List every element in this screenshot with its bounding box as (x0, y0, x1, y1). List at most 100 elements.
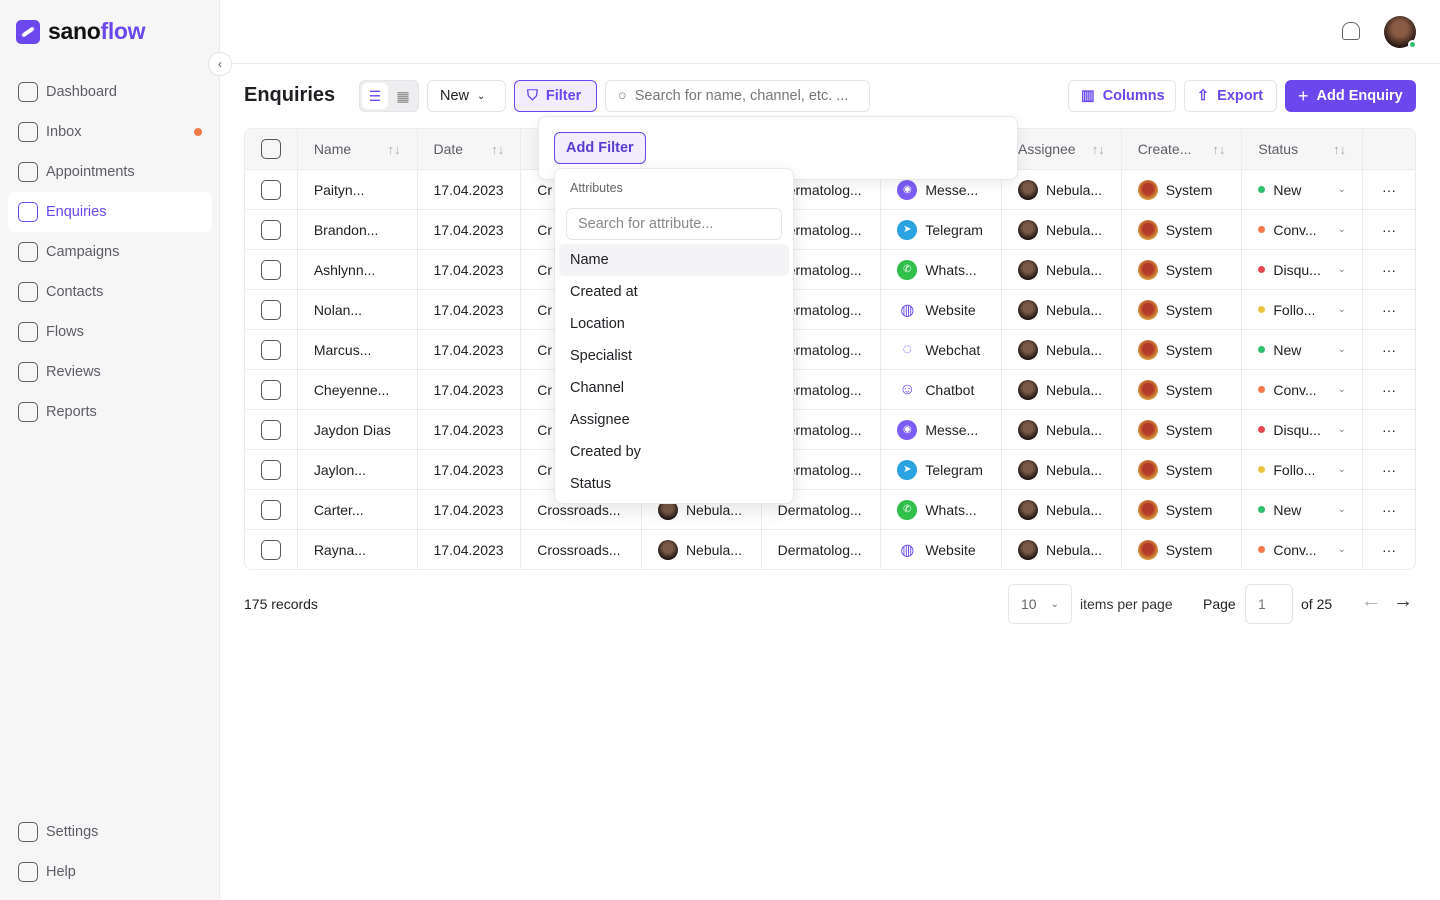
header-cell[interactable]: Assignee ↑↓ (1001, 129, 1121, 169)
more-icon[interactable]: ··· (1382, 222, 1396, 238)
sidebar-item-enquiries[interactable]: Enquiries (8, 192, 212, 232)
sidebar-item-reviews[interactable]: Reviews (8, 352, 212, 392)
table-cell[interactable]: New ⌄ (1241, 490, 1362, 529)
row-checkbox[interactable] (260, 179, 281, 200)
more-icon[interactable]: ··· (1382, 502, 1396, 518)
row-checkbox[interactable] (260, 419, 281, 440)
sidebar-item-help[interactable]: Help (8, 852, 212, 892)
table-cell[interactable]: Disqu... ⌄ (1241, 410, 1362, 449)
columns-button[interactable]: ▥ Columns (1068, 80, 1176, 112)
attribute-option[interactable]: Location (559, 308, 789, 340)
status: Disqu... (1273, 421, 1321, 438)
sidebar-item-label: Campaigns (46, 244, 120, 260)
table-row[interactable]: Carter... 17.04.2023 Crossroads... Nebula..… (245, 489, 1415, 529)
table-cell: 17.04.2023 (416, 210, 521, 249)
list-view-icon[interactable]: ☰ (362, 83, 388, 109)
more-icon[interactable]: ··· (1382, 462, 1396, 478)
table-row[interactable]: Ashlynn...17.04.2023CrNebula...Dermatolo… (245, 249, 1415, 289)
table-cell[interactable]: New ⌄ (1241, 170, 1362, 209)
table-row[interactable]: Brandon...17.04.2023CrNebula...Dermatolo… (245, 209, 1415, 249)
more-icon[interactable]: ··· (1382, 182, 1396, 198)
creator-avatar (1137, 419, 1158, 440)
table-row[interactable]: Rayna... 17.04.2023 Crossroads... Nebula...… (245, 529, 1415, 569)
sort-icon[interactable]: ↑↓ (1092, 142, 1105, 157)
location: Cr (537, 461, 553, 478)
row-checkbox[interactable] (260, 299, 281, 320)
row-checkbox[interactable] (260, 259, 281, 280)
sidebar-item-campaigns[interactable]: Campaigns (8, 232, 212, 272)
attribute-option[interactable]: Assignee (559, 404, 789, 436)
user-avatar[interactable] (1384, 16, 1417, 49)
table-cell (245, 450, 297, 489)
table-cell[interactable]: Conv... ⌄ (1241, 210, 1362, 249)
next-page-icon[interactable]: → (1393, 590, 1413, 613)
row-checkbox[interactable] (260, 459, 281, 480)
row-checkbox[interactable] (260, 219, 281, 240)
per-page-value: 10 (1021, 596, 1037, 612)
header-cell[interactable]: Create... ↑↓ (1120, 129, 1242, 169)
header-cell[interactable]: Status ↑↓ (1241, 129, 1362, 169)
row-checkbox[interactable] (260, 539, 281, 560)
logo[interactable]: sanoflow (16, 18, 146, 45)
attribute-option[interactable]: Name (559, 244, 789, 276)
row-checkbox[interactable] (260, 379, 281, 400)
table-cell: 17.04.2023 (416, 330, 521, 369)
sidebar-item-appointments[interactable]: Appointments (8, 152, 212, 192)
sidebar-item-inbox[interactable]: Inbox (8, 112, 212, 152)
attribute-option[interactable]: Channel (559, 372, 789, 404)
sidebar-item-flows[interactable]: Flows (8, 312, 212, 352)
attribute-option[interactable]: Status (559, 468, 789, 500)
sidebar: sanoflow Dashboard Inbox Appointments Enqui… (0, 0, 220, 900)
attribute-search-input[interactable]: Search for attribute... (566, 208, 782, 240)
add-enquiry-button[interactable]: + Add Enquiry (1285, 80, 1416, 112)
filter-button[interactable]: ⛉ Filter (514, 80, 597, 112)
table-cell: ◌ Webchat (880, 330, 1001, 369)
sidebar-item-contacts[interactable]: Contacts (8, 272, 212, 312)
sort-icon[interactable]: ↑↓ (388, 142, 401, 157)
sidebar-item-dashboard[interactable]: Dashboard (8, 72, 212, 112)
sort-icon[interactable]: ↑↓ (1212, 142, 1225, 157)
per-page-select[interactable]: 10 ⌄ (1008, 584, 1072, 624)
page-total: of 25 (1301, 596, 1333, 612)
more-icon[interactable]: ··· (1382, 382, 1396, 398)
telegram-icon: ➤ (897, 459, 918, 480)
sidebar-item-settings[interactable]: Settings (8, 812, 212, 852)
table-cell (245, 210, 297, 249)
more-icon[interactable]: ··· (1382, 342, 1396, 358)
header-cell[interactable]: Date ↑↓ (416, 129, 521, 169)
more-icon[interactable]: ··· (1382, 302, 1396, 318)
grid-view-icon[interactable]: ▦ (390, 83, 416, 109)
table-cell[interactable]: Follo... ⌄ (1241, 450, 1362, 489)
export-button[interactable]: ⇧ Export (1184, 80, 1277, 112)
table-row[interactable]: Jaydon Dias17.04.2023CrNebula...Dermatol… (245, 409, 1415, 449)
attribute-option[interactable]: Specialist (559, 340, 789, 372)
table-cell[interactable]: Conv... ⌄ (1241, 530, 1362, 569)
row-checkbox[interactable] (260, 499, 281, 520)
bell-icon[interactable] (1342, 22, 1360, 40)
sidebar-item-reports[interactable]: Reports (8, 392, 212, 432)
table-cell[interactable]: Follo... ⌄ (1241, 290, 1362, 329)
table-row[interactable]: Marcus...17.04.2023CrNebula...Dermatolog… (245, 329, 1415, 369)
prev-page-icon[interactable]: ← (1361, 590, 1381, 613)
sort-icon[interactable]: ↑↓ (1333, 142, 1346, 157)
table-cell[interactable]: New ⌄ (1241, 330, 1362, 369)
attribute-option[interactable]: Created by (559, 436, 789, 468)
add-filter-button[interactable]: Add Filter (554, 132, 646, 164)
select-all-checkbox[interactable] (260, 139, 281, 159)
table-row[interactable]: Nolan...17.04.2023CrNebula...Dermatolog.… (245, 289, 1415, 329)
row-checkbox[interactable] (260, 339, 281, 360)
table-row[interactable]: Cheyenne...17.04.2023CrNebula...Dermatol… (245, 369, 1415, 409)
more-icon[interactable]: ··· (1382, 262, 1396, 278)
table-cell[interactable]: Conv... ⌄ (1241, 370, 1362, 409)
status-select[interactable]: New ⌄ (427, 80, 506, 112)
collapse-sidebar-button[interactable]: ‹ (208, 52, 232, 76)
header-cell[interactable]: Name ↑↓ (296, 129, 417, 169)
more-icon[interactable]: ··· (1382, 422, 1396, 438)
more-icon[interactable]: ··· (1382, 542, 1396, 558)
attribute-option[interactable]: Created at (559, 276, 789, 308)
sort-icon[interactable]: ↑↓ (491, 142, 504, 157)
table-cell[interactable]: Disqu... ⌄ (1241, 250, 1362, 289)
page-input[interactable]: 1 (1245, 584, 1293, 624)
search-input[interactable]: ○ Search for name, channel, etc. ... (605, 80, 870, 112)
table-row[interactable]: Jaylon...17.04.2023CrNebula...Dermatolog… (245, 449, 1415, 489)
